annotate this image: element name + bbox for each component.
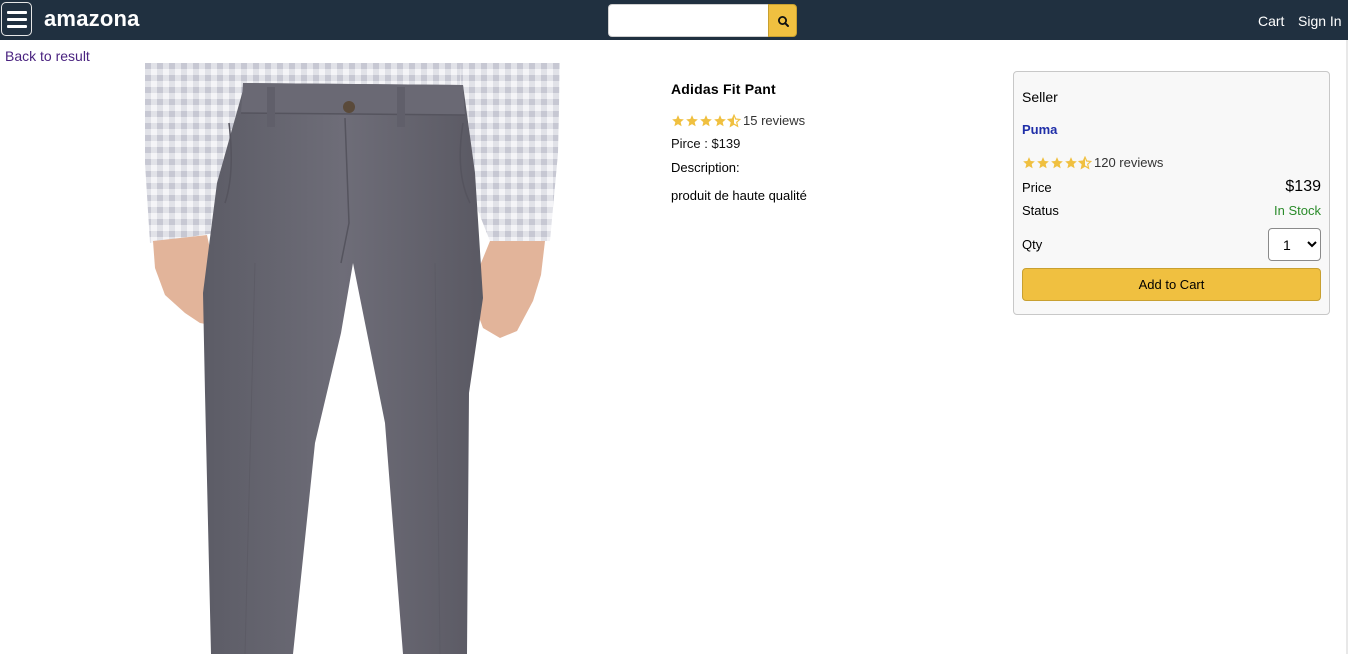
price-row: Price $139 bbox=[1022, 178, 1321, 196]
product-image bbox=[145, 63, 560, 654]
search-icon bbox=[777, 15, 789, 27]
star-icon bbox=[686, 114, 698, 126]
search-button[interactable] bbox=[768, 4, 797, 37]
qty-row: Qty 1 bbox=[1022, 228, 1321, 261]
description-label: Description: bbox=[671, 160, 740, 175]
star-icon bbox=[1023, 156, 1035, 168]
top-navigation-bar: amazona Cart Sign In bbox=[0, 0, 1348, 40]
star-rating bbox=[1022, 155, 1092, 170]
hamburger-icon bbox=[7, 25, 27, 28]
nav-cart-link[interactable]: Cart bbox=[1258, 13, 1284, 29]
hamburger-icon bbox=[7, 11, 27, 14]
price-label: Price bbox=[1022, 179, 1052, 195]
price-value: $139 bbox=[1285, 178, 1321, 195]
status-row: Status In Stock bbox=[1022, 203, 1321, 218]
seller-reviews-count: 120 reviews bbox=[1094, 155, 1164, 170]
qty-label: Qty bbox=[1022, 237, 1043, 252]
product-rating: 15 reviews bbox=[671, 113, 805, 128]
star-icon bbox=[1051, 156, 1063, 168]
search-input[interactable] bbox=[608, 4, 769, 37]
nav-signin-link[interactable]: Sign In bbox=[1298, 13, 1342, 29]
hamburger-icon bbox=[7, 18, 27, 21]
star-icon bbox=[1037, 156, 1049, 168]
back-to-result-link[interactable]: Back to result bbox=[5, 48, 90, 64]
status-badge: In Stock bbox=[1274, 203, 1321, 218]
purchase-card: Seller Puma 120 reviews Price $139 Statu… bbox=[1013, 71, 1330, 315]
menu-button[interactable] bbox=[1, 2, 32, 36]
qty-select[interactable]: 1 bbox=[1268, 228, 1321, 261]
add-to-cart-button[interactable]: Add to Cart bbox=[1022, 268, 1321, 301]
seller-rating: 120 reviews bbox=[1022, 155, 1163, 170]
seller-label: Seller bbox=[1022, 89, 1058, 105]
status-label: Status bbox=[1022, 203, 1059, 218]
star-icon bbox=[1065, 156, 1077, 168]
description-text: produit de haute qualité bbox=[671, 188, 807, 203]
star-rating bbox=[671, 113, 741, 128]
reviews-count: 15 reviews bbox=[743, 113, 806, 128]
product-price: Pirce : $139 bbox=[671, 136, 741, 151]
star-icon bbox=[714, 114, 726, 126]
star-icon bbox=[672, 114, 684, 126]
seller-name-link[interactable]: Puma bbox=[1022, 122, 1057, 137]
star-half-icon bbox=[727, 113, 741, 127]
product-title: Adidas Fit Pant bbox=[671, 81, 776, 97]
brand-logo[interactable]: amazona bbox=[44, 6, 140, 32]
star-icon bbox=[700, 114, 712, 126]
star-half-icon bbox=[1078, 155, 1092, 169]
